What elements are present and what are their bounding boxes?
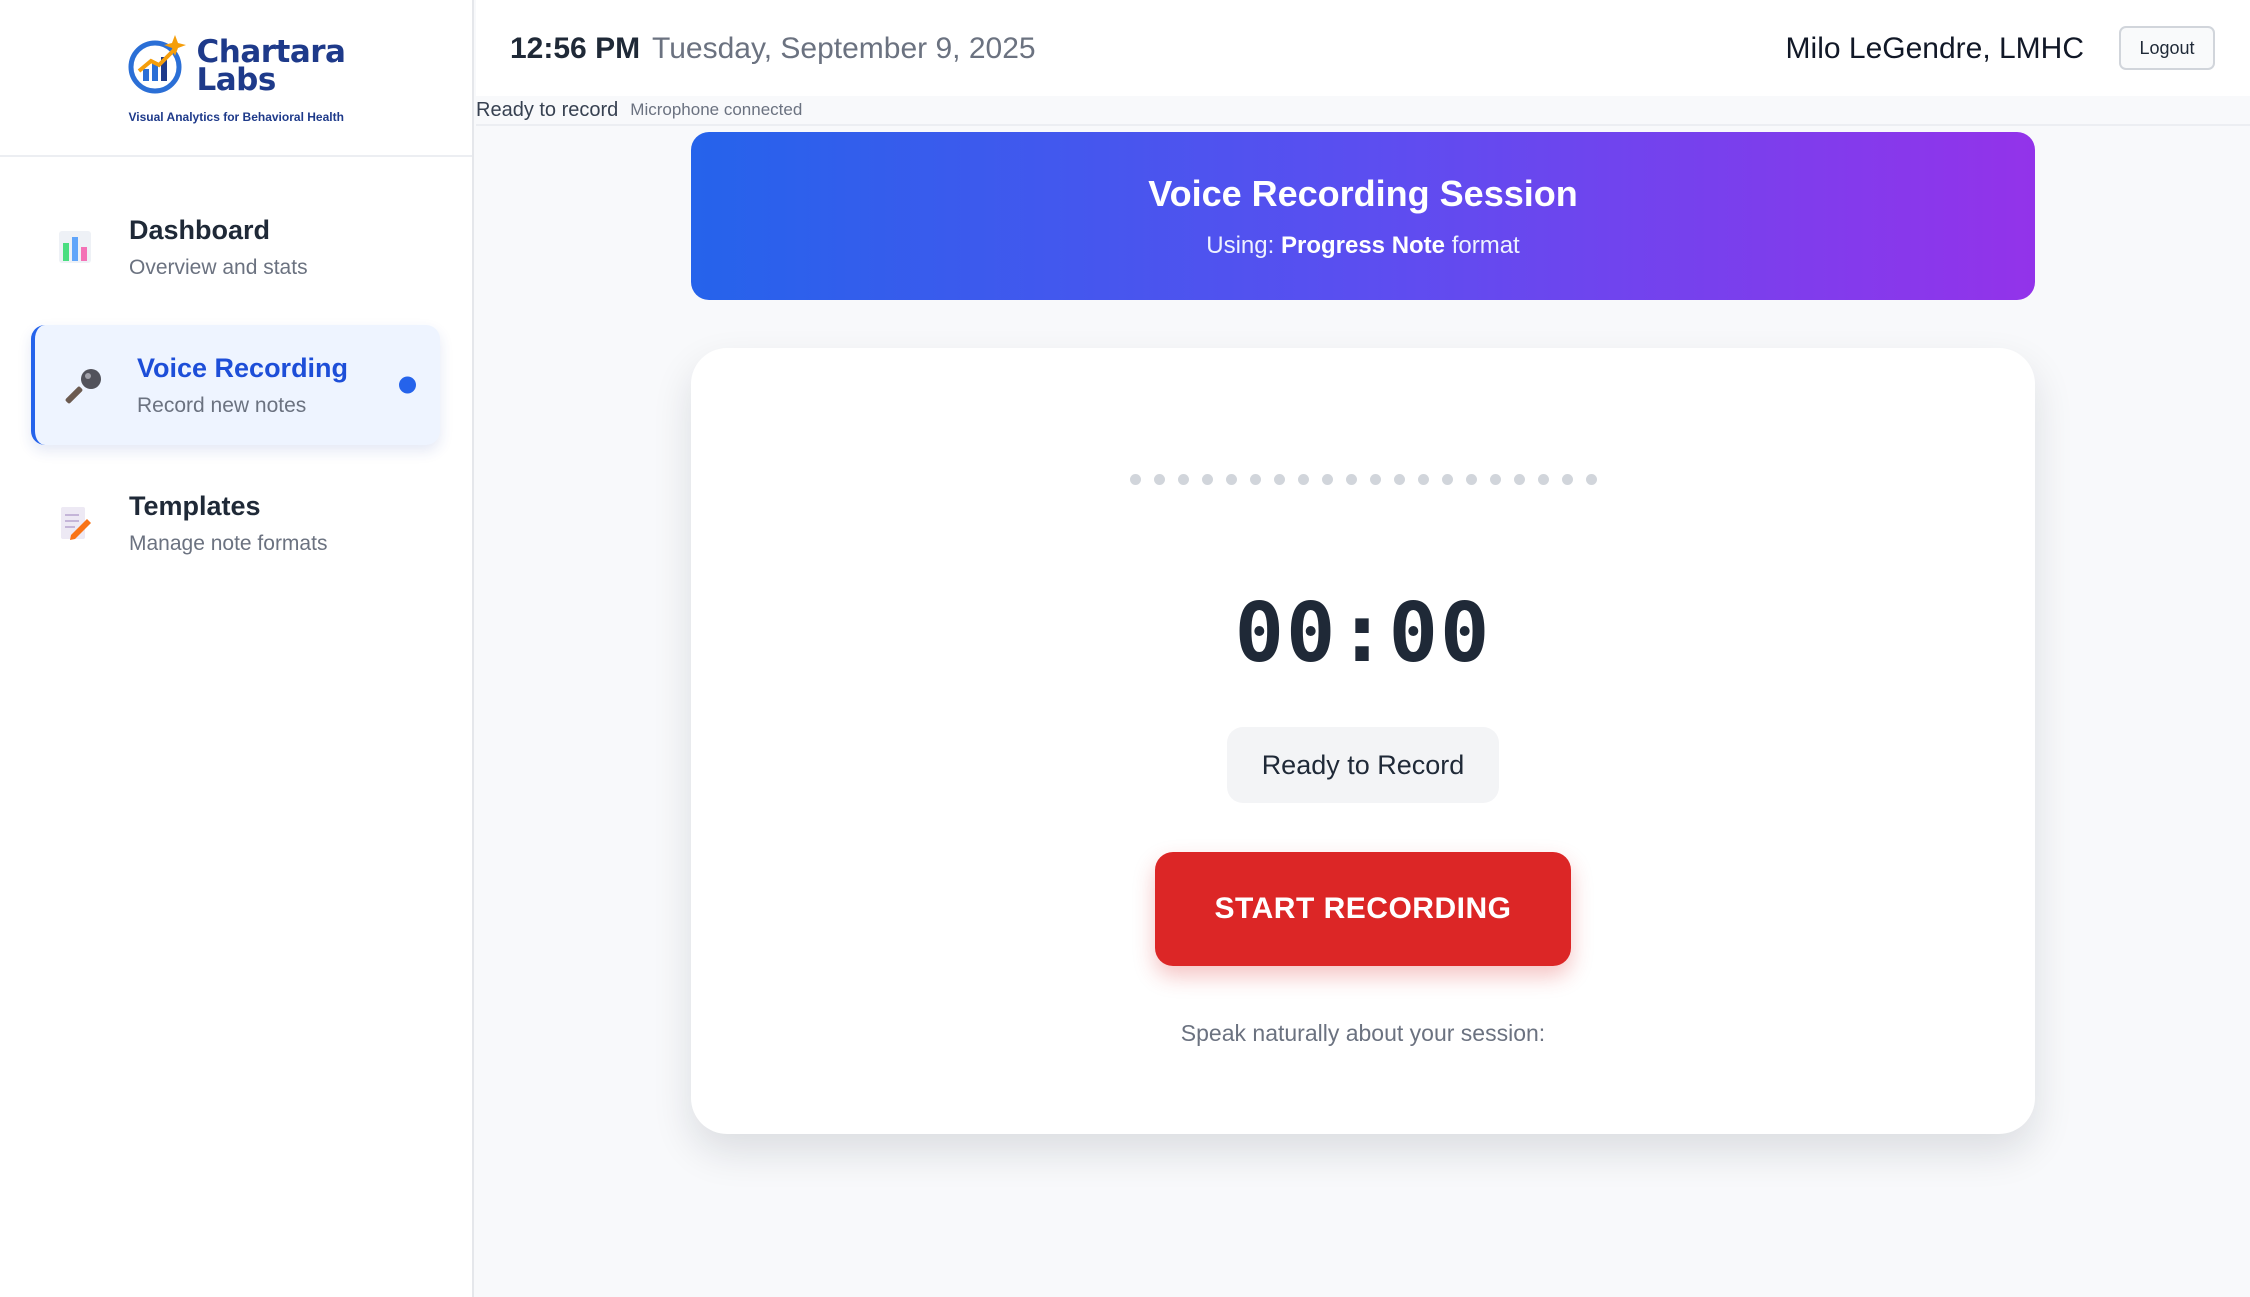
level-dot — [1417, 474, 1429, 485]
audio-level-meter — [691, 474, 2035, 485]
recorder-card: 00:00 Ready to Record START RECORDING Sp… — [691, 348, 2035, 1134]
brand-row: Chartara Labs — [127, 31, 346, 100]
sidebar-item-dashboard[interactable]: Dashboard Overview and stats — [31, 187, 440, 307]
logo-chart-icon — [127, 31, 191, 100]
sidebar-item-templates[interactable]: Templates Manage note formats — [31, 463, 440, 583]
sidebar-item-title: Templates — [129, 490, 261, 521]
level-dot — [1201, 474, 1213, 485]
session-banner: Voice Recording Session Using: Progress … — [691, 132, 2035, 300]
sidebar-item-text: Voice Recording Record new notes — [137, 353, 348, 418]
level-dot — [1465, 474, 1477, 485]
recording-status-text: Ready to record — [476, 98, 619, 121]
level-dot — [1561, 474, 1573, 485]
recording-timer: 00:00 — [1234, 586, 1492, 681]
current-time: 12:56 PM — [510, 32, 641, 65]
sidebar-item-voice-recording[interactable]: Voice Recording Record new notes — [31, 325, 440, 445]
level-dot — [1537, 474, 1549, 485]
level-dot — [1369, 474, 1381, 485]
logout-button[interactable]: Logout — [2119, 26, 2215, 70]
level-dot — [1297, 474, 1309, 485]
recording-state-badge: Ready to Record — [1227, 727, 1499, 803]
level-dot — [1441, 474, 1453, 485]
app-root: Chartara Labs Visual Analytics for Behav… — [0, 0, 2250, 1297]
brand-logo[interactable]: Chartara Labs Visual Analytics for Behav… — [0, 0, 472, 157]
current-date: Tuesday, September 9, 2025 — [652, 32, 1036, 65]
notepad-pencil-icon — [55, 503, 95, 543]
level-dot — [1513, 474, 1525, 485]
format-prefix: Using: — [1206, 232, 1275, 259]
sidebar-item-title: Voice Recording — [137, 352, 349, 383]
sidebar-item-text: Templates Manage note formats — [129, 491, 327, 556]
level-dot — [1225, 474, 1237, 485]
active-indicator-dot — [399, 376, 416, 394]
sidebar: Chartara Labs Visual Analytics for Behav… — [0, 0, 474, 1297]
recording-hint: Speak naturally about your session: — [1180, 1020, 1546, 1046]
level-dot — [1489, 474, 1501, 485]
microphone-icon — [65, 365, 105, 405]
microphone-status-text: Microphone connected — [630, 100, 803, 119]
sidebar-nav: Dashboard Overview and stats Voice Recor… — [0, 157, 472, 583]
level-dot — [1321, 474, 1333, 485]
sidebar-item-subtitle: Record new notes — [137, 393, 307, 417]
sidebar-item-subtitle: Overview and stats — [129, 255, 308, 279]
start-recording-button[interactable]: START RECORDING — [1155, 852, 1571, 966]
level-dot — [1585, 474, 1597, 485]
user-name: Milo LeGendre, LMHC — [1785, 32, 2084, 65]
sidebar-item-text: Dashboard Overview and stats — [129, 215, 308, 280]
brand-name-line2: Labs — [196, 61, 277, 98]
status-bar: Ready to record Microphone connected — [476, 96, 2250, 126]
level-dot — [1273, 474, 1285, 485]
level-dot — [1177, 474, 1189, 485]
sidebar-item-title: Dashboard — [129, 214, 271, 245]
brand-tagline: Visual Analytics for Behavioral Health — [128, 110, 344, 124]
top-bar: 12:56 PM Tuesday, September 9, 2025 Milo… — [476, 0, 2250, 96]
level-dot — [1345, 474, 1357, 485]
level-dot — [1249, 474, 1261, 485]
session-title: Voice Recording Session — [1148, 173, 1578, 214]
level-dot — [1153, 474, 1165, 485]
format-suffix: format — [1451, 232, 1520, 259]
brand-block: Chartara Labs Visual Analytics for Behav… — [127, 31, 346, 124]
bar-chart-icon — [55, 227, 95, 267]
sidebar-item-subtitle: Manage note formats — [129, 531, 328, 555]
level-dot — [1393, 474, 1405, 485]
brand-name-block: Chartara Labs — [196, 36, 346, 98]
session-format-line: Using: Progress Note format — [691, 232, 2035, 260]
format-name: Progress Note — [1280, 232, 1446, 259]
level-dot — [1129, 474, 1141, 485]
